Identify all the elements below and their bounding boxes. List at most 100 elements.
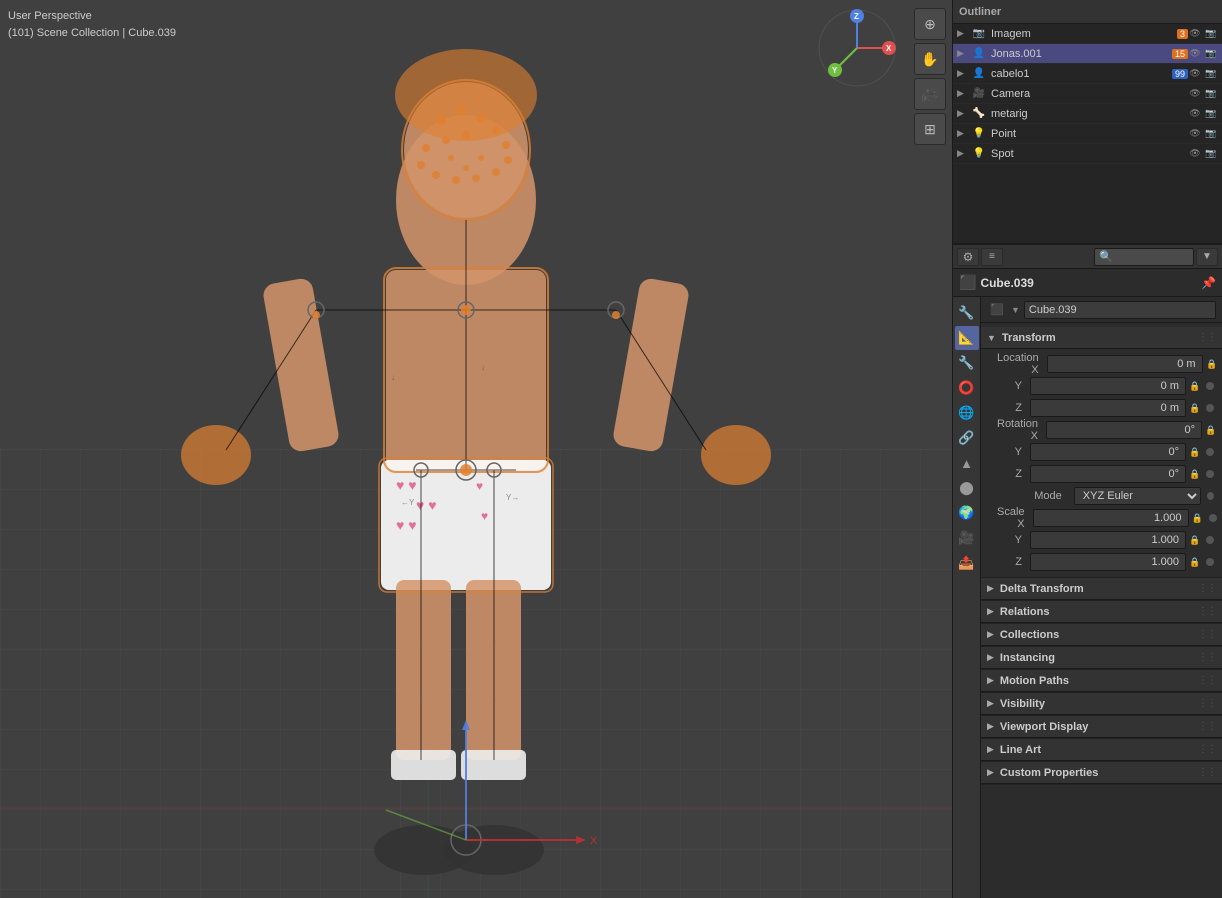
viewport[interactable]: ♥ ♥ ♥ ♥ ♥ ♥ ♥ ♥ [0,0,952,898]
render-toggle[interactable]: 📷 [1204,47,1218,61]
scale-x-lock[interactable]: 🔒 [1191,511,1205,525]
transform-drag: ⋮⋮ [1198,332,1216,343]
output-props-icon[interactable]: 📤 [955,551,979,575]
line-art-header[interactable]: ▶ Line Art ⋮⋮ [981,739,1222,761]
rotation-x-input[interactable] [1046,421,1202,439]
expand-arrow: ▶ [957,88,969,99]
rotation-y-lock[interactable]: 🔒 [1188,445,1202,459]
scale-z-dot[interactable] [1206,558,1214,566]
props-filter-btn[interactable]: ▼ [1196,248,1218,266]
outliner-controls: 👁 📷 [1188,127,1218,141]
outliner-row-imagem[interactable]: ▶ 📷 Imagem 3 👁 📷 [953,24,1222,44]
rotation-mode-select[interactable]: XYZ Euler XZY Euler YXZ Euler YZX Euler … [1074,487,1201,505]
scale-x-dot[interactable] [1209,514,1217,522]
outliner-row-camera[interactable]: ▶ 🎥 Camera 👁 📷 [953,84,1222,104]
outliner-row-jonas001[interactable]: ▶ 👤 Jonas.001 15 👁 📷 [953,44,1222,64]
outliner-row-metarig[interactable]: ▶ 🦴 metarig 👁 📷 [953,104,1222,124]
render-toggle[interactable]: 📷 [1204,147,1218,161]
world-props-icon[interactable]: 🌍 [955,501,979,525]
vis-toggle[interactable]: 👁 [1188,67,1202,81]
scale-y-input[interactable] [1030,531,1186,549]
vis-toggle[interactable]: 👁 [1188,47,1202,61]
scale-x-input[interactable] [1033,509,1189,527]
vis-toggle[interactable]: 👁 [1188,107,1202,121]
rotation-y-input[interactable] [1030,443,1186,461]
cursor-tool-btn[interactable]: ⊕ [914,8,946,40]
delta-transform-header[interactable]: ▶ Delta Transform ⋮⋮ [981,578,1222,600]
render-toggle[interactable]: 📷 [1204,107,1218,121]
object-name-input[interactable] [1024,301,1216,319]
location-z-input[interactable] [1030,399,1186,417]
svg-text:↓: ↓ [419,643,423,652]
location-x-lock[interactable]: 🔒 [1205,357,1219,371]
outliner-controls: 👁 📷 [1188,87,1218,101]
svg-text:♥ ♥: ♥ ♥ [416,497,437,513]
scale-x-row: Scale X 🔒 [981,507,1222,529]
rotation-z-lock[interactable]: 🔒 [1188,467,1202,481]
transform-header[interactable]: ▼ Transform ⋮⋮ [981,327,1222,349]
vis-toggle[interactable]: 👁 [1188,147,1202,161]
location-y-input[interactable] [1030,377,1186,395]
camera-view-btn[interactable]: 🎥 [914,78,946,110]
svg-text:Y→: Y→ [506,493,519,502]
props-tool-2[interactable]: ≡ [981,248,1003,266]
viewport-display-section: ▶ Viewport Display ⋮⋮ [981,716,1222,739]
rotation-x-lock[interactable]: 🔒 [1204,423,1218,437]
viewport-display-header[interactable]: ▶ Viewport Display ⋮⋮ [981,716,1222,738]
hand-tool-btn[interactable]: ✋ [914,43,946,75]
scale-z-input[interactable] [1030,553,1186,571]
visibility-header[interactable]: ▶ Visibility ⋮⋮ [981,693,1222,715]
material-props-icon[interactable]: ⬤ [955,476,979,500]
modifier-props-icon[interactable]: 🔧 [955,351,979,375]
properties-toolbar: ⚙ ≡ ▼ [953,245,1222,269]
inner-content: 🔧 📐 🔧 ⭕ 🌐 🔗 ▲ ⬤ 🌍 🎥 📤 ⬛ ▼ [953,297,1222,898]
outliner-row-cabelo1[interactable]: ▶ 👤 cabelo1 99 👁 📷 [953,64,1222,84]
visibility-section: ▶ Visibility ⋮⋮ [981,693,1222,716]
location-z-lock[interactable]: 🔒 [1188,401,1202,415]
render-toggle[interactable]: 📷 [1204,67,1218,81]
render-toggle[interactable]: 📷 [1204,87,1218,101]
scale-y-dot[interactable] [1206,536,1214,544]
vis-toggle[interactable]: 👁 [1188,87,1202,101]
outliner-row-point[interactable]: ▶ 💡 Point 👁 📷 [953,124,1222,144]
collections-title: Collections [1000,629,1059,641]
render-toggle[interactable]: 📷 [1204,27,1218,41]
custom-properties-header[interactable]: ▶ Custom Properties ⋮⋮ [981,762,1222,784]
relations-header[interactable]: ▶ Relations ⋮⋮ [981,601,1222,623]
physics-props-icon[interactable]: 🌐 [955,401,979,425]
props-tool-1[interactable]: ⚙ [957,248,979,266]
location-y-dot[interactable] [1206,382,1214,390]
render-props-icon[interactable]: 🎥 [955,526,979,550]
vis-toggle[interactable]: 👁 [1188,27,1202,41]
rotation-y-dot[interactable] [1206,448,1214,456]
instancing-header[interactable]: ▶ Instancing ⋮⋮ [981,647,1222,669]
object-props-icon[interactable]: 📐 [955,326,979,350]
scene-props-icon[interactable]: 🔧 [955,301,979,325]
scale-z-lock[interactable]: 🔒 [1188,555,1202,569]
pin-icon[interactable]: 📌 [1201,276,1216,290]
scale-y-lock[interactable]: 🔒 [1188,533,1202,547]
location-x-row: Location X 🔒 [981,353,1222,375]
vis-toggle[interactable]: 👁 [1188,127,1202,141]
rotation-z-dot[interactable] [1206,470,1214,478]
svg-text:X: X [886,44,892,53]
instancing-title: Instancing [1000,652,1055,664]
particles-props-icon[interactable]: ⭕ [955,376,979,400]
location-x-input[interactable] [1047,355,1203,373]
location-x-label: Location X [997,352,1047,376]
grid-view-btn[interactable]: ⊞ [914,113,946,145]
location-z-dot[interactable] [1206,404,1214,412]
rotation-z-input[interactable] [1030,465,1186,483]
outliner-row-spot[interactable]: ▶ 💡 Spot 👁 📷 [953,144,1222,164]
data-props-icon[interactable]: ▲ [955,451,979,475]
properties-sidebar: 🔧 📐 🔧 ⭕ 🌐 🔗 ▲ ⬤ 🌍 🎥 📤 [953,297,981,898]
properties-search-input[interactable] [1094,248,1194,266]
render-toggle[interactable]: 📷 [1204,127,1218,141]
constraints-props-icon[interactable]: 🔗 [955,426,979,450]
location-y-lock[interactable]: 🔒 [1188,379,1202,393]
rotation-mode-dot[interactable] [1207,492,1214,500]
motion-paths-header[interactable]: ▶ Motion Paths ⋮⋮ [981,670,1222,692]
viewport-gizmo[interactable]: Z X Y [817,8,897,88]
object-type-icon: ⬛ [959,274,976,291]
collections-header[interactable]: ▶ Collections ⋮⋮ [981,624,1222,646]
